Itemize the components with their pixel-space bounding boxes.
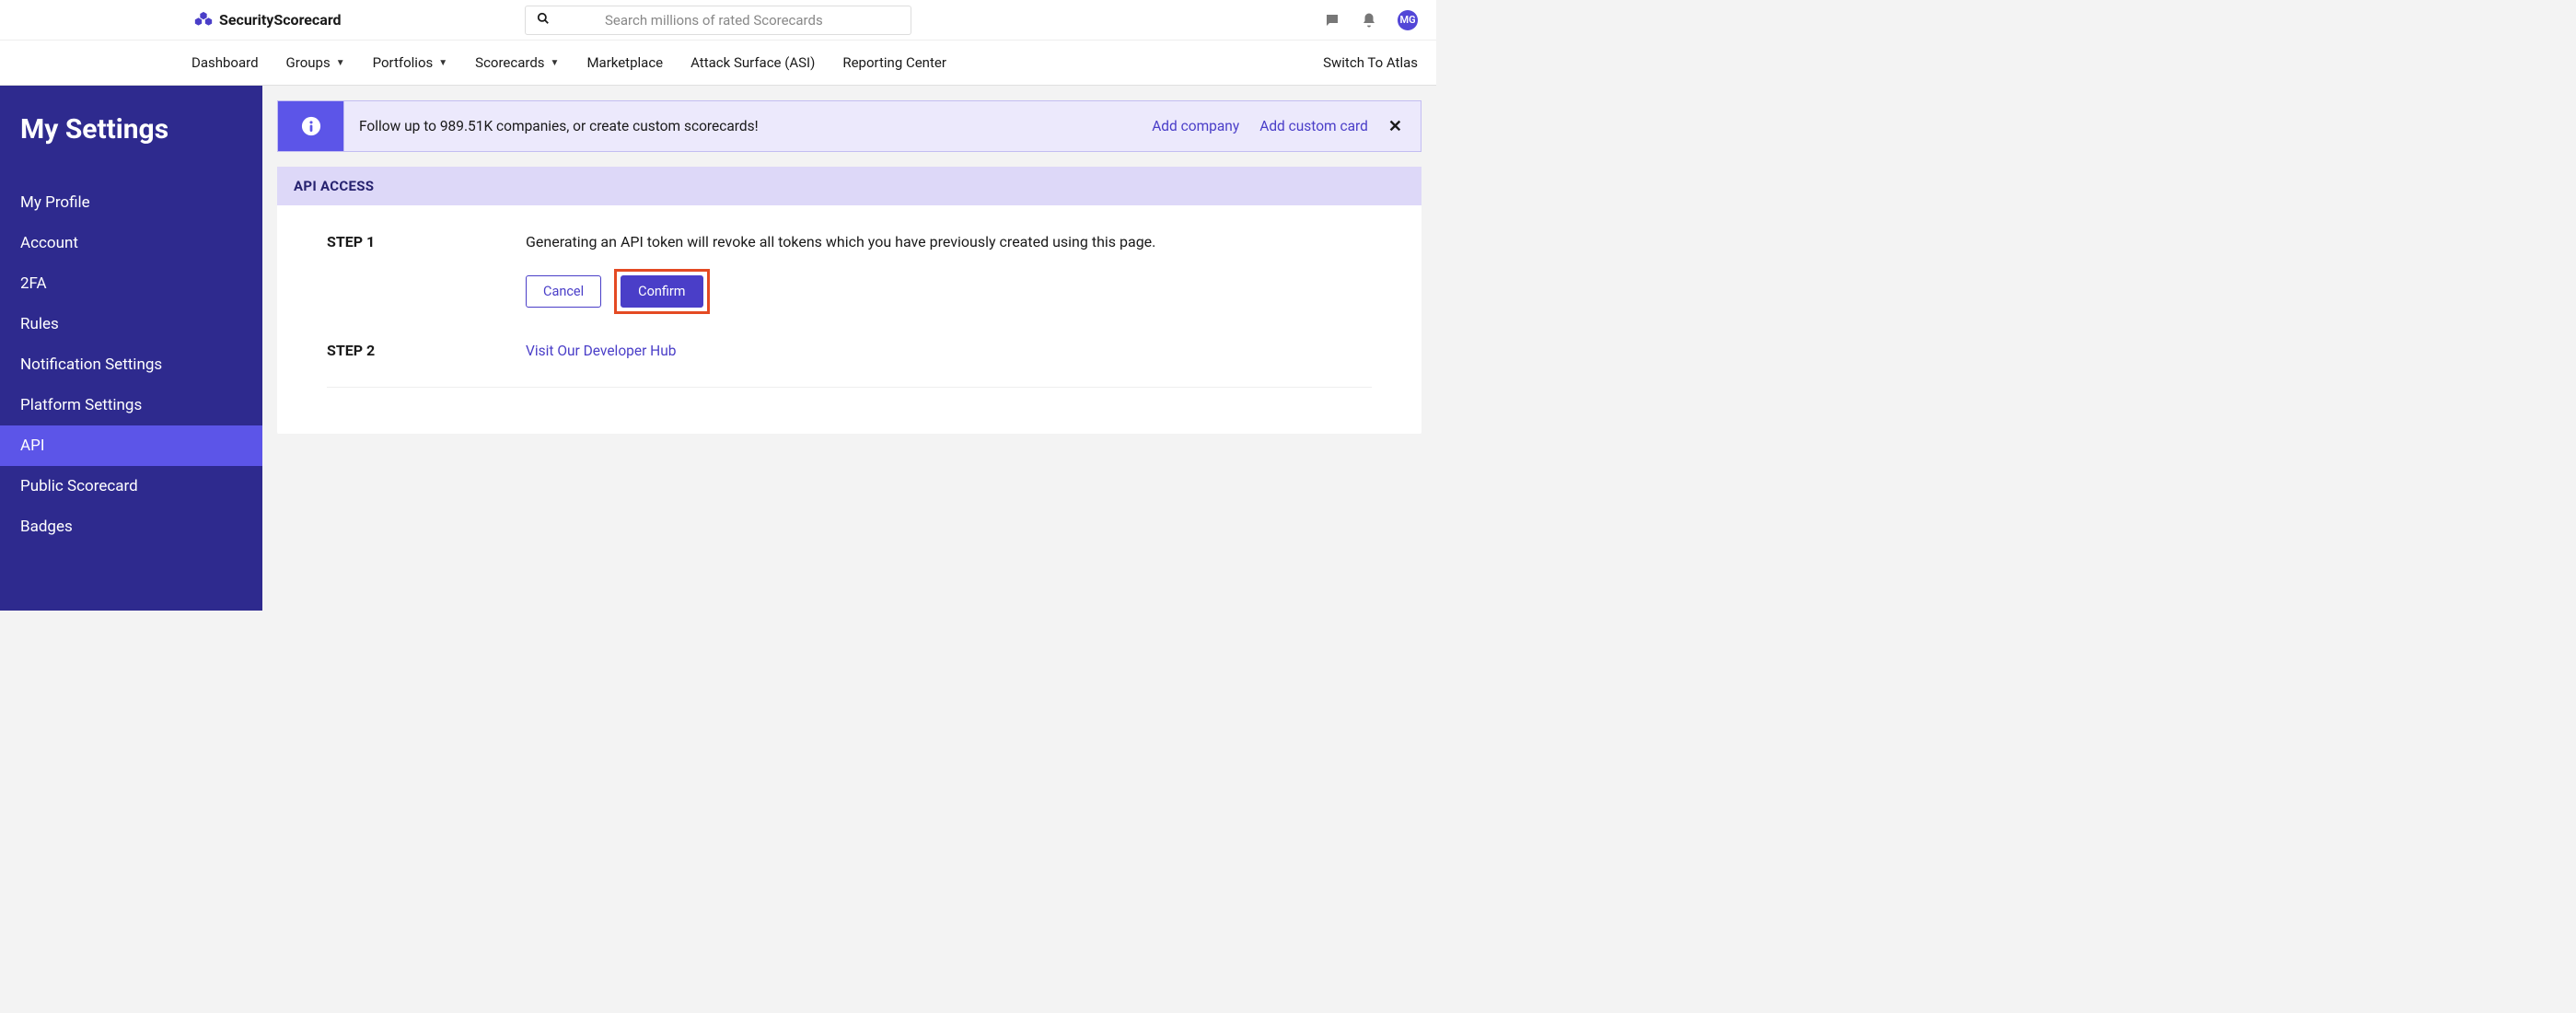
close-icon[interactable]: ✕	[1388, 117, 1402, 136]
confirm-button[interactable]: Confirm	[621, 275, 702, 308]
search-icon	[537, 12, 550, 29]
add-custom-card-link[interactable]: Add custom card	[1259, 118, 1368, 134]
sidebar-item-rules[interactable]: Rules	[0, 304, 262, 344]
top-bar: SecurityScorecard MG	[0, 0, 1436, 40]
sidebar-item-api[interactable]: API	[0, 425, 262, 466]
developer-hub-link[interactable]: Visit Our Developer Hub	[526, 343, 676, 359]
confirm-highlight: Confirm	[614, 269, 709, 314]
sidebar-item-account[interactable]: Account	[0, 223, 262, 263]
api-access-card: API ACCESS STEP 1 Generating an API toke…	[277, 167, 1421, 434]
step-2-content: Visit Our Developer Hub	[526, 342, 1372, 359]
top-right: MG	[1324, 10, 1418, 30]
sidebar-item-2fa[interactable]: 2FA	[0, 263, 262, 304]
logo[interactable]: SecurityScorecard	[193, 10, 342, 30]
step-2-row: STEP 2 Visit Our Developer Hub	[327, 342, 1372, 359]
divider	[327, 387, 1372, 388]
search-input[interactable]	[605, 12, 899, 29]
brand-text: SecurityScorecard	[219, 11, 342, 29]
nav-dashboard[interactable]: Dashboard	[191, 54, 259, 71]
sidebar-title: My Settings	[0, 113, 262, 146]
step-1-buttons: Cancel Confirm	[526, 269, 1372, 314]
nav-reporting[interactable]: Reporting Center	[842, 54, 946, 71]
sidebar-item-public-scorecard[interactable]: Public Scorecard	[0, 466, 262, 506]
nav-groups[interactable]: Groups▼	[286, 54, 345, 71]
card-title: API ACCESS	[277, 167, 1421, 205]
info-icon	[278, 101, 344, 151]
layout: My Settings My ProfileAccount2FARulesNot…	[0, 86, 1436, 611]
step-1-content: Generating an API token will revoke all …	[526, 233, 1372, 314]
banner-links: Add company Add custom card ✕	[1152, 117, 1421, 136]
bell-icon[interactable]	[1361, 12, 1377, 29]
chevron-down-icon: ▼	[336, 58, 345, 68]
main-content: Follow up to 989.51K companies, or creat…	[262, 86, 1436, 611]
sidebar-item-my-profile[interactable]: My Profile	[0, 182, 262, 223]
avatar[interactable]: MG	[1398, 10, 1418, 30]
chevron-down-icon: ▼	[438, 58, 447, 68]
logo-icon	[193, 10, 214, 30]
nav-switch-atlas[interactable]: Switch To Atlas	[1323, 54, 1418, 71]
search-box[interactable]	[525, 6, 911, 35]
nav-asi[interactable]: Attack Surface (ASI)	[690, 54, 815, 71]
sidebar-item-badges[interactable]: Badges	[0, 506, 262, 547]
nav-bar: Dashboard Groups▼ Portfolios▼ Scorecards…	[0, 40, 1436, 86]
nav-marketplace[interactable]: Marketplace	[586, 54, 663, 71]
banner-text: Follow up to 989.51K companies, or creat…	[344, 118, 1152, 134]
step-1-text: Generating an API token will revoke all …	[526, 233, 1372, 250]
step-1-label: STEP 1	[327, 233, 526, 314]
cancel-button[interactable]: Cancel	[526, 275, 601, 308]
chevron-down-icon: ▼	[551, 58, 560, 68]
sidebar-item-platform-settings[interactable]: Platform Settings	[0, 385, 262, 425]
chat-icon[interactable]	[1324, 12, 1340, 29]
sidebar: My Settings My ProfileAccount2FARulesNot…	[0, 86, 262, 611]
search-wrap	[525, 6, 911, 35]
add-company-link[interactable]: Add company	[1152, 118, 1239, 134]
card-body: STEP 1 Generating an API token will revo…	[277, 205, 1421, 434]
step-1-row: STEP 1 Generating an API token will revo…	[327, 233, 1372, 314]
nav-portfolios[interactable]: Portfolios▼	[373, 54, 448, 71]
nav-scorecards[interactable]: Scorecards▼	[475, 54, 559, 71]
info-banner: Follow up to 989.51K companies, or creat…	[277, 100, 1421, 152]
sidebar-item-notification-settings[interactable]: Notification Settings	[0, 344, 262, 385]
step-2-label: STEP 2	[327, 342, 526, 359]
